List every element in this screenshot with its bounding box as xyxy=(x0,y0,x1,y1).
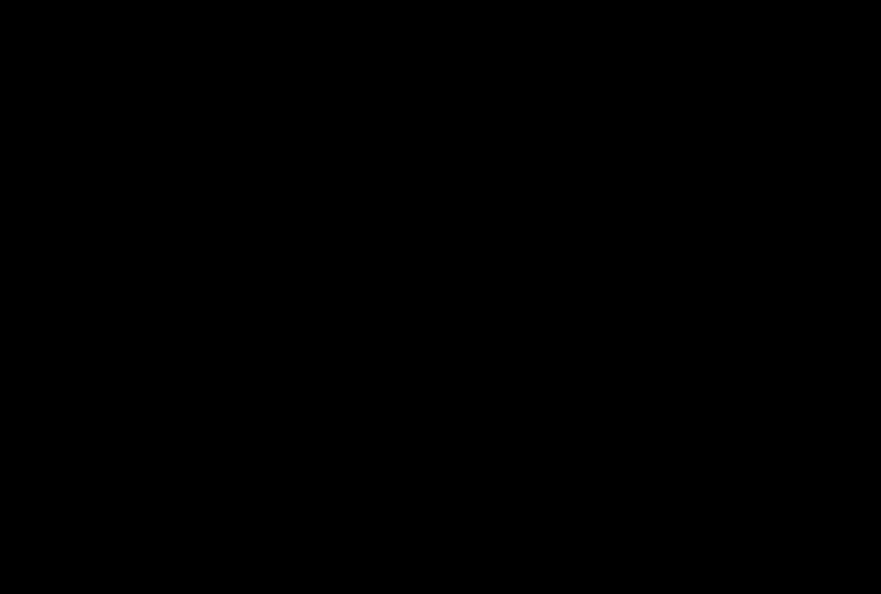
float-shares-label xyxy=(5,45,10,61)
trading-app-window xyxy=(0,0,881,594)
float-shares-line xyxy=(2,46,10,60)
profit-line xyxy=(2,30,5,44)
watermark xyxy=(651,2,875,52)
theme-line xyxy=(2,13,5,27)
chart-canvas xyxy=(0,0,881,594)
